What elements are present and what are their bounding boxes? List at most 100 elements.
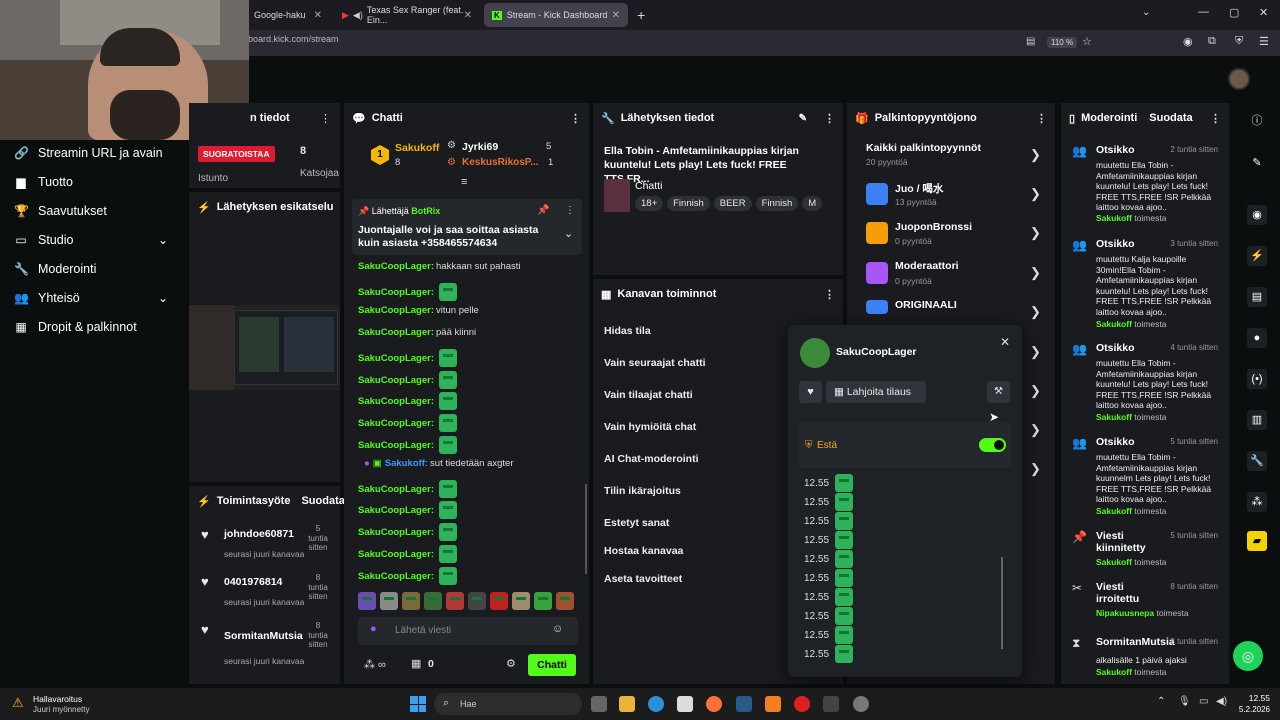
chat-username[interactable]: SakuCoopLager: xyxy=(358,440,434,451)
chat-username[interactable]: SakuCoopLager: xyxy=(358,549,434,560)
chevron-right-icon[interactable]: ❯ xyxy=(1030,422,1041,438)
chat-username[interactable]: SakuCoopLager: xyxy=(358,527,434,538)
entry-author-name[interactable]: Sakukoff xyxy=(1096,667,1132,677)
chevron-right-icon[interactable]: ❯ xyxy=(1030,265,1041,281)
sidebar-item-studio[interactable]: ▭ Studio xyxy=(14,233,73,247)
vlc-icon[interactable] xyxy=(765,696,781,712)
chat-message[interactable]: SakuCoopLager: xyxy=(358,523,458,541)
store-icon[interactable] xyxy=(677,696,693,712)
weather-title[interactable]: Hallavaroitus xyxy=(33,694,82,704)
ban-toggle[interactable] xyxy=(979,438,1006,452)
emote[interactable] xyxy=(468,592,486,610)
clock-time[interactable]: 12.55 xyxy=(1236,693,1270,703)
action-set-goals[interactable]: Aseta tavoitteet xyxy=(604,573,682,585)
chevron-right-icon[interactable]: ❯ xyxy=(1030,147,1041,163)
chat-message[interactable]: SakuCoopLager: pää kiinni xyxy=(358,327,476,338)
task-view-icon[interactable] xyxy=(591,696,607,712)
opera-icon[interactable] xyxy=(794,696,810,712)
category-name[interactable]: Chatti xyxy=(635,180,662,192)
taskbar-search[interactable]: ⌕ Hae xyxy=(434,693,582,715)
entry-author-name[interactable]: Sakukoff xyxy=(1096,319,1132,329)
volume-icon[interactable]: ◀) xyxy=(1216,696,1227,707)
reader-icon[interactable]: ▤ xyxy=(1026,36,1035,47)
edit-icon[interactable]: ✎ xyxy=(1247,153,1267,173)
tag[interactable]: Finnish xyxy=(667,196,710,211)
clapper-icon[interactable]: ▰ xyxy=(1247,531,1267,551)
extensions-icon[interactable]: ⧉ xyxy=(1208,35,1216,48)
chevron-right-icon[interactable]: ❯ xyxy=(1030,461,1041,477)
chevron-right-icon[interactable]: ❯ xyxy=(1030,186,1041,202)
chat-username[interactable]: SakuCoopLager: xyxy=(358,305,434,316)
action-emote-only[interactable]: Vain hymiöitä chat xyxy=(604,421,696,433)
chevron-up-icon[interactable]: ⌃ xyxy=(1157,696,1165,707)
pinned-message[interactable]: 📌 Lähettäjä BotRix 📌 ⋮ Juontajalle voi j… xyxy=(352,199,582,255)
chevron-down-icon[interactable]: ⌄ xyxy=(158,291,168,305)
gift-icon[interactable]: ▦ xyxy=(411,657,421,670)
action-blocked-words[interactable]: Estetyt sanat xyxy=(604,517,669,529)
chat-message[interactable]: SakuCoopLager: xyxy=(358,414,458,432)
chat-username[interactable]: SakuCoopLager: xyxy=(358,353,434,364)
settings-icon[interactable]: ⚙ xyxy=(506,657,516,670)
chat-username[interactable]: SakuCoopLager: xyxy=(358,571,434,582)
emoji-icon[interactable]: ☺ xyxy=(552,623,563,635)
file-explorer-icon[interactable] xyxy=(619,696,635,712)
maximize-button[interactable]: ▢ xyxy=(1229,6,1239,19)
stream-preview-video[interactable] xyxy=(189,305,340,390)
more-options-icon[interactable]: ⋮ xyxy=(1036,112,1047,125)
emote[interactable] xyxy=(446,592,464,610)
emote[interactable] xyxy=(490,592,508,610)
popup-username[interactable]: SakuCoopLager xyxy=(836,346,917,358)
chat-input[interactable]: ● Lähetä viesti ☺ xyxy=(358,617,578,645)
window-close-button[interactable]: ✕ xyxy=(1259,6,1268,19)
emote[interactable] xyxy=(556,592,574,610)
emote[interactable] xyxy=(402,592,420,610)
chevron-right-icon[interactable]: ❯ xyxy=(1030,383,1041,399)
reward-name[interactable]: ORIGINAALI xyxy=(895,299,957,311)
filter-button[interactable]: Suodata xyxy=(1149,112,1192,124)
reward-all-label[interactable]: Kaikki palkintopyynnöt xyxy=(866,142,981,154)
sidebar-item-stream-url[interactable]: 🔗 Streamin URL ja avain xyxy=(14,146,163,160)
follow-heart-button[interactable]: ♥ xyxy=(799,381,822,403)
broadcast-icon[interactable]: (•) xyxy=(1247,369,1267,389)
minimize-button[interactable]: — xyxy=(1198,6,1209,18)
steam-icon[interactable] xyxy=(736,696,752,712)
help-chat-button[interactable]: ◎ xyxy=(1233,641,1263,671)
mic-icon[interactable]: 🎙 xyxy=(1178,696,1191,707)
monitor-icon[interactable]: ▭ xyxy=(1199,696,1208,707)
leader-name[interactable]: KeskusRikosP... xyxy=(462,157,539,168)
chat-message[interactable]: ● ▣ Sakukoff: sut tiedetään axgter xyxy=(358,458,513,469)
camera-icon[interactable]: ◉ xyxy=(1247,205,1267,225)
reward-name[interactable]: Juo / 喝水 xyxy=(895,181,943,196)
reward-name[interactable]: JuoponBronssi xyxy=(895,221,972,233)
unpin-icon[interactable]: 📌 xyxy=(537,205,549,216)
chevron-right-icon[interactable]: ❯ xyxy=(1030,304,1041,320)
chat-icon[interactable]: ● xyxy=(1247,328,1267,348)
chat-message[interactable]: SakuCoopLager: hakkaan sut pahasti xyxy=(358,261,521,272)
entry-author-name[interactable]: Sakukoff xyxy=(1096,506,1132,516)
emote[interactable] xyxy=(534,592,552,610)
users-icon[interactable]: ⁂ xyxy=(1247,492,1267,512)
edit-icon[interactable]: ✎ xyxy=(799,113,807,124)
chat-message[interactable]: SakuCoopLager: xyxy=(358,349,458,367)
more-options-icon[interactable]: ⋮ xyxy=(570,112,581,125)
close-icon[interactable]: ✕ xyxy=(612,10,620,21)
chat-message[interactable]: SakuCoopLager: xyxy=(358,283,458,301)
layout-icon[interactable]: ▥ xyxy=(1247,410,1267,430)
emote[interactable] xyxy=(380,592,398,610)
close-icon[interactable]: ✕ xyxy=(314,10,322,21)
chat-scrollbar[interactable] xyxy=(585,484,587,574)
chat-username[interactable]: Sakukoff: xyxy=(385,458,428,469)
tag[interactable]: BEER xyxy=(713,196,752,211)
users-icon[interactable]: ⁂ ∞ xyxy=(364,658,386,671)
avatar[interactable] xyxy=(1228,68,1250,90)
leader-name[interactable]: Sakukoff xyxy=(395,142,439,154)
account-icon[interactable]: ◉ xyxy=(1183,35,1193,48)
new-tab-button[interactable]: + xyxy=(637,7,645,23)
more-options-icon[interactable]: ⋮ xyxy=(320,112,331,125)
follower-name[interactable]: 0401976814 xyxy=(224,576,282,588)
chat-username[interactable]: SakuCoopLager: xyxy=(358,396,434,407)
terminal-icon[interactable] xyxy=(823,696,839,712)
sidebar-item-yhteiso[interactable]: 👥 Yhteisö xyxy=(14,291,80,305)
chat-message[interactable]: SakuCoopLager: xyxy=(358,436,458,454)
send-button[interactable]: Chatti xyxy=(528,654,576,676)
